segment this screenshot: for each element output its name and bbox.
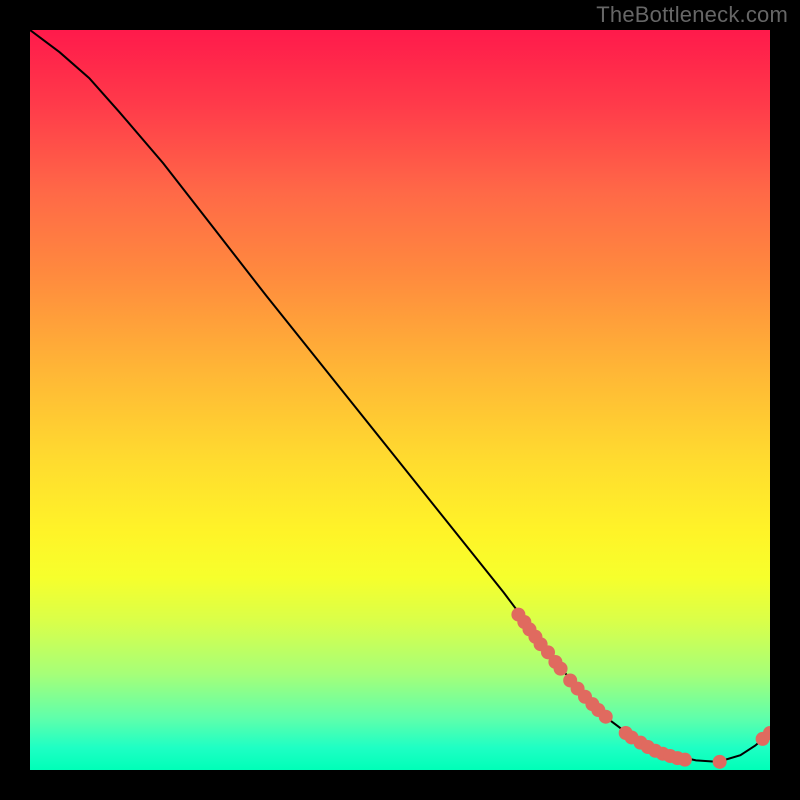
- data-marker: [599, 710, 613, 724]
- curve-layer: [30, 30, 770, 770]
- data-marker: [713, 755, 727, 769]
- data-marker: [554, 662, 568, 676]
- plot-area: [30, 30, 770, 770]
- watermark-text: TheBottleneck.com: [596, 2, 788, 28]
- chart-frame: TheBottleneck.com: [0, 0, 800, 800]
- data-markers: [511, 608, 770, 769]
- bottleneck-curve: [30, 30, 770, 762]
- data-marker: [678, 753, 692, 767]
